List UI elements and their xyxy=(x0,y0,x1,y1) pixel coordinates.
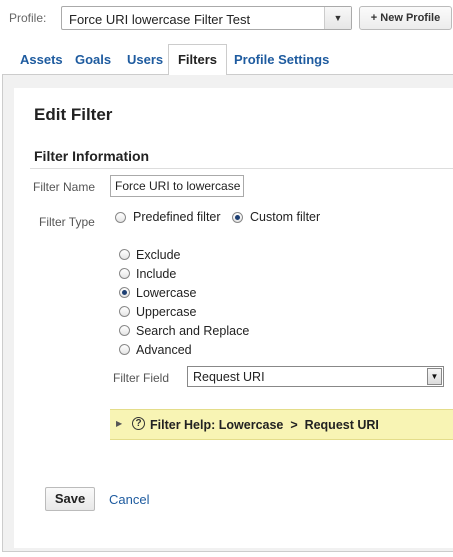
filter-type-label: Filter Type xyxy=(39,215,95,229)
tab-users[interactable]: Users xyxy=(127,52,163,67)
tab-goals[interactable]: Goals xyxy=(75,52,111,67)
search-and-replace-radio[interactable] xyxy=(119,325,130,336)
page-title: Edit Filter xyxy=(34,105,113,124)
predefined-filter-label[interactable]: Predefined filter xyxy=(133,210,221,224)
exclude-label[interactable]: Exclude xyxy=(136,248,180,262)
profile-select[interactable]: Force URI lowercase Filter Test ▼ xyxy=(61,6,352,30)
dropdown-arrow-icon[interactable]: ▼ xyxy=(427,368,442,385)
advanced-radio[interactable] xyxy=(119,344,130,355)
section-title: Filter Information xyxy=(34,148,150,164)
exclude-radio[interactable] xyxy=(119,249,130,260)
include-label[interactable]: Include xyxy=(136,267,176,281)
predefined-filter-radio[interactable] xyxy=(115,212,126,223)
save-button[interactable]: Save xyxy=(45,487,95,511)
advanced-label[interactable]: Advanced xyxy=(136,343,192,357)
filter-field-value: Request URI xyxy=(193,370,265,384)
tab-assets[interactable]: Assets xyxy=(20,52,63,67)
lowercase-label[interactable]: Lowercase xyxy=(136,286,196,300)
dropdown-arrow-icon[interactable]: ▼ xyxy=(324,7,351,29)
expand-triangle-icon[interactable]: ▶ xyxy=(116,419,122,428)
filter-help-bar[interactable]: ▶ ? Filter Help: Lowercase > Request URI xyxy=(110,409,453,440)
custom-filter-label[interactable]: Custom filter xyxy=(250,210,320,224)
include-radio[interactable] xyxy=(119,268,130,279)
new-profile-button[interactable]: + New Profile xyxy=(359,6,452,30)
profile-label: Profile: xyxy=(9,11,47,25)
filter-name-input[interactable]: Force URI to lowercase xyxy=(110,175,244,197)
section-divider xyxy=(30,168,453,169)
profile-select-value: Force URI lowercase Filter Test xyxy=(69,12,251,27)
filter-name-label: Filter Name xyxy=(33,180,96,194)
lowercase-radio[interactable] xyxy=(119,287,130,298)
uppercase-label[interactable]: Uppercase xyxy=(136,305,196,319)
tab-filters[interactable]: Filters xyxy=(168,44,227,75)
custom-filter-radio[interactable] xyxy=(232,212,243,223)
tab-profile-settings[interactable]: Profile Settings xyxy=(234,52,329,67)
uppercase-radio[interactable] xyxy=(119,306,130,317)
filter-field-label: Filter Field xyxy=(113,371,170,385)
cancel-link[interactable]: Cancel xyxy=(109,492,149,507)
filter-field-select[interactable]: Request URI ▼ xyxy=(187,366,444,387)
filter-help-text[interactable]: Filter Help: Lowercase > Request URI xyxy=(150,418,379,432)
help-question-icon: ? xyxy=(132,417,145,430)
search-and-replace-label[interactable]: Search and Replace xyxy=(136,324,249,338)
